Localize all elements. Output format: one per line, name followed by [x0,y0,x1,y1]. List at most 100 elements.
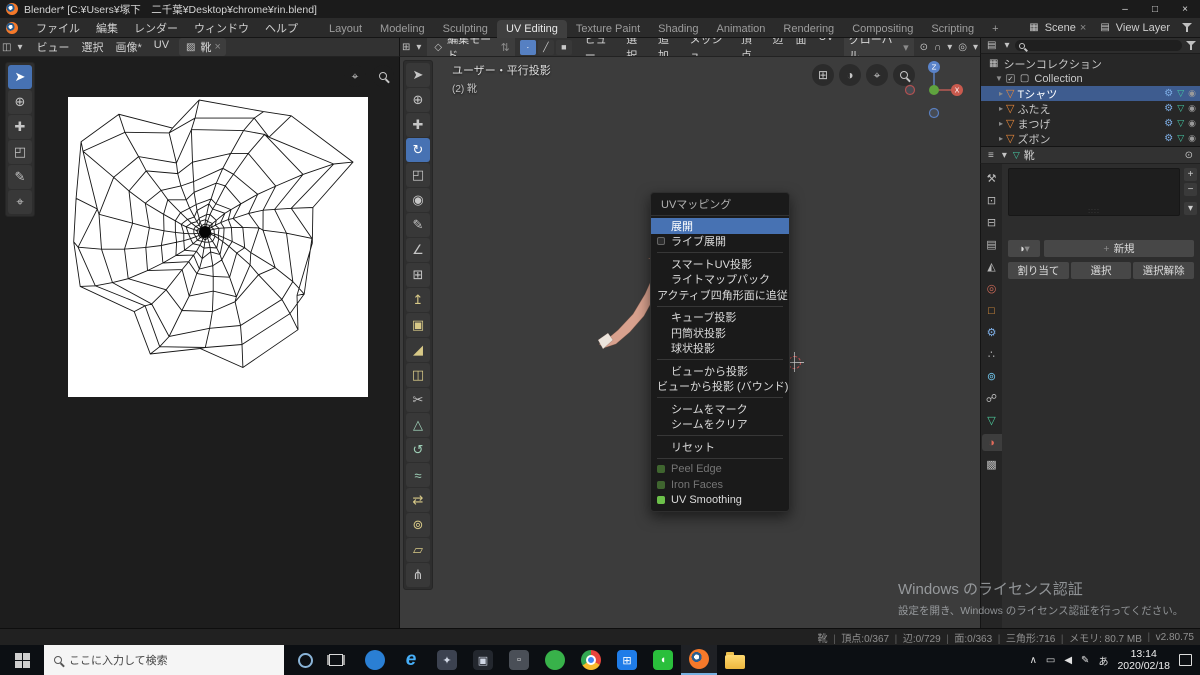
browse-material-button[interactable]: ◑ ▾ [1008,240,1040,257]
uv-editor-type-chevron-icon[interactable]: ▾ [15,42,24,53]
object-disclosure-icon[interactable]: ▸ [981,89,1003,98]
outliner-editor-chevron-icon[interactable]: ▾ [1002,40,1011,51]
viewport-tool-annotate[interactable]: ✎ [406,213,430,237]
workspace-tab[interactable]: Compositing [843,20,922,38]
viewport-tool-move[interactable]: ✚ [406,113,430,137]
select-mode-face[interactable]: ■ [555,39,572,55]
tray-icon-hidden-icons[interactable]: ∧ [1030,655,1037,666]
uv-editor-type-icon[interactable]: ◫ [0,42,13,53]
viewport-menu[interactable]: 面 [789,38,812,56]
scene-selector[interactable]: ▦ Scene × [1027,22,1086,34]
viewport-editor-type-chevron-icon[interactable]: ▾ [414,42,423,53]
uv-menu[interactable]: 画像* [109,38,147,56]
uv-tool-grab[interactable]: ⌖ [8,190,32,214]
action-center-icon[interactable] [1179,654,1192,666]
outliner-object-row[interactable]: ▸ ▽ Tシャツ ⚙ ▽ ◉ [981,86,1200,101]
mesh-data-icon[interactable]: ▽ [1177,88,1184,99]
viewport-editor-type-icon[interactable]: ⊞ [400,42,412,53]
object-disclosure-icon[interactable]: ▸ [981,134,1003,143]
close-button[interactable]: × [1170,0,1200,18]
properties-tab-tool[interactable]: ⚒ [982,170,1002,187]
viewport-tool-smooth[interactable]: ≈ [406,463,430,487]
outliner-object-row[interactable]: ▸ ▽ ふたえ ⚙ ▽ ◉ [981,101,1200,116]
context-menu-item[interactable]: ビューから投影 [651,363,789,379]
context-menu-item[interactable]: ライトマップパック [651,272,789,288]
deselect-button[interactable]: 選択解除 [1133,262,1195,279]
uv-zoom-icon[interactable] [372,65,394,87]
uv-tool-cursor[interactable]: ⊕ [8,90,32,114]
viewport-tool-edge-slide[interactable]: ⇄ [406,488,430,512]
modifier-icon[interactable]: ⚙ [1164,133,1173,144]
snap-chevron-icon[interactable]: ▾ [945,42,954,53]
uv-tool-tweak[interactable]: ➤ [8,65,32,89]
context-menu-item[interactable]: シームをマーク [651,401,789,417]
properties-tab-material[interactable]: ◑ [981,434,1002,451]
taskbar-clock[interactable]: 13:14 2020/02/18 [1117,648,1170,672]
viewport-tool-loop-cut[interactable]: ◫ [406,363,430,387]
properties-tab-output[interactable]: ⊟ [982,214,1002,231]
select-mode-vertex[interactable]: ∙ [519,39,536,55]
properties-editor-icon[interactable]: ≡ [986,150,996,161]
pin-icon[interactable]: ⊙ [1183,150,1195,161]
taskbar-app-green-app[interactable] [537,645,573,675]
properties-tab-object[interactable]: □ [982,302,1002,319]
mesh-data-icon[interactable]: ▽ [1177,118,1184,129]
viewport-menu[interactable]: メッシュ [684,38,735,56]
taskbar-app-explorer[interactable] [717,645,753,675]
collection-disclosure-icon[interactable]: ▼ [995,74,1003,83]
viewport-menu[interactable]: 選択 [620,38,652,56]
pan-hand-icon[interactable]: ⌖ [866,64,888,86]
visibility-eye-icon[interactable]: ◉ [1188,88,1196,99]
properties-tab-modifiers[interactable]: ⚙ [982,324,1002,341]
menu[interactable]: ファイル [28,18,88,38]
taskbar-app-blender[interactable] [681,645,717,675]
context-menu-item[interactable]: 球状投影 [651,341,789,357]
taskbar-app-chrome[interactable] [573,645,609,675]
properties-tab-data[interactable]: ▽ [982,412,1002,429]
uv-pan-icon[interactable]: ⌖ [344,65,366,87]
uv-image-selector[interactable]: ▨ 靴 × [179,38,226,56]
orientation-selector[interactable]: グローバル ▾ [843,38,914,56]
list-grip[interactable]: :::: [1088,208,1100,215]
uv-menu[interactable]: 選択 [75,38,109,56]
object-disclosure-icon[interactable]: ▸ [981,104,1003,113]
add-slot-button[interactable]: + [1184,168,1197,181]
taskbar-app-gray-app[interactable]: ▫ [501,645,537,675]
properties-tab-scene[interactable]: ◭ [982,258,1002,275]
blender-app-icon[interactable] [6,3,18,15]
shading-mode-icon[interactable]: ◑ [839,64,861,86]
uv-image-area[interactable] [68,97,368,397]
uv-menu[interactable]: ビュー [30,38,75,56]
properties-tab-constraints[interactable]: ☍ [982,390,1002,407]
tray-icon-pen[interactable]: ✎ [1081,655,1089,666]
mesh-data-icon[interactable]: ▽ [1177,133,1184,144]
workspace-tab[interactable]: Animation [708,20,775,38]
outliner-search-field[interactable] [1015,40,1182,51]
viewport-tool-spin[interactable]: ↺ [406,438,430,462]
viewport-tool-scale[interactable]: ◰ [406,163,430,187]
cortana-icon[interactable] [298,652,313,668]
navigation-gizmo[interactable]: Z X [905,60,963,122]
workspace-tab[interactable]: Scripting [922,20,983,38]
filter-funnel-icon[interactable] [1182,23,1192,32]
task-view-icon[interactable] [329,654,343,666]
collection-checkbox[interactable]: ✓ [1005,74,1015,83]
context-menu-item[interactable]: UV Smoothing [651,493,789,509]
proportional-chevron-icon[interactable]: ▾ [971,42,980,53]
context-menu-item[interactable]: ビューから投影 (バウンド) [651,379,789,395]
start-button[interactable] [0,645,44,675]
taskbar-app-camera[interactable]: ▣ [465,645,501,675]
context-menu-item[interactable]: アクティブ四角形面に追従 [651,287,789,303]
taskbar-app-edge[interactable]: e [393,645,429,675]
visibility-eye-icon[interactable]: ◉ [1188,118,1196,129]
uv-tool-scale[interactable]: ◰ [8,140,32,164]
properties-tab-particles[interactable]: ∴ [982,346,1002,363]
menu[interactable]: レンダー [126,18,186,38]
outliner-editor-icon[interactable]: ▤ [985,40,998,51]
assign-button[interactable]: 割り当て [1008,262,1069,279]
viewport-menu[interactable]: 辺 [766,38,789,56]
mode-selector[interactable]: ◇ 編集モード ⇅ [427,38,515,56]
proportional-edit-icon[interactable]: ◎ [956,42,969,53]
modifier-icon[interactable]: ⚙ [1164,103,1173,114]
modifier-icon[interactable]: ⚙ [1164,118,1173,129]
